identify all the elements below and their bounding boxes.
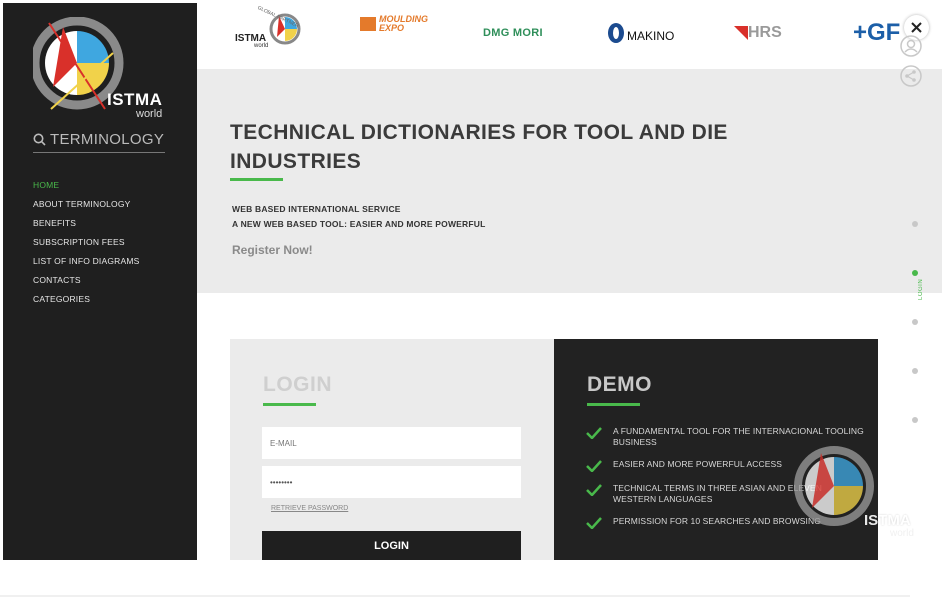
- check-icon: [586, 427, 602, 439]
- partner-moulding-expo[interactable]: MOULDING EXPO: [360, 11, 435, 37]
- login-button[interactable]: LOGIN: [262, 531, 521, 560]
- section-dot-label: LOGIN: [918, 278, 924, 300]
- retrieve-password-link[interactable]: RETRIEVE PASSWORD: [271, 505, 348, 512]
- demo-heading: DEMO: [587, 373, 652, 396]
- dmg-mori-label: DMG MORI: [483, 27, 543, 39]
- check-icon: [586, 460, 602, 472]
- user-icon[interactable]: [899, 34, 923, 58]
- login-panel: LOGIN RETRIEVE PASSWORD LOGIN: [230, 339, 554, 560]
- partner-dmg-mori[interactable]: DMG MORI: [483, 3, 563, 63]
- hero-section: TECHNICAL DICTIONARIES FOR TOOL AND DIE …: [197, 69, 942, 293]
- logo-text: ISTMA: [107, 90, 163, 109]
- register-now-link[interactable]: Register Now!: [232, 243, 313, 257]
- nav-item-about-terminology[interactable]: ABOUT TERMINOLOGY: [33, 195, 140, 214]
- terminology-label: TERMINOLOGY: [50, 131, 165, 148]
- login-heading: LOGIN: [263, 373, 332, 396]
- terminology-search[interactable]: TERMINOLOGY: [33, 131, 165, 153]
- close-icon: [911, 22, 922, 33]
- search-icon: [33, 133, 46, 146]
- partner-bar: ISTMA world GLOBAL PARTNER MOULDING EXPO…: [197, 3, 942, 69]
- login-accent-bar: [263, 403, 316, 406]
- makino-mark-icon: [608, 23, 624, 43]
- logo-subtext: world: [136, 108, 163, 120]
- nav-item-info-diagrams[interactable]: LIST OF INFO DIAGRAMS: [33, 252, 140, 271]
- makino-label: MAKINO: [627, 29, 675, 43]
- hero-accent-bar: [230, 178, 283, 181]
- moulding-expo-mark: [360, 17, 376, 31]
- password-field[interactable]: [262, 466, 521, 498]
- nav-item-home[interactable]: HOME: [33, 176, 140, 195]
- check-icon: [586, 484, 602, 496]
- sidebar-nav: HOME ABOUT TERMINOLOGY BENEFITS SUBSCRIP…: [33, 176, 140, 309]
- section-dot-4[interactable]: [912, 368, 918, 374]
- moulding-expo-line2: EXPO: [379, 23, 405, 33]
- demo-feature-text: EASIER AND MORE POWERFUL ACCESS: [613, 459, 783, 469]
- section-dot-3[interactable]: [912, 319, 918, 325]
- hero-subtitle-2: A NEW WEB BASED TOOL: EASIER AND MORE PO…: [232, 219, 486, 229]
- section-dot-1[interactable]: [912, 221, 918, 227]
- nav-item-categories[interactable]: CATEGORIES: [33, 290, 140, 309]
- check-icon: [586, 517, 602, 529]
- hrs-label: HRS: [748, 24, 782, 41]
- partner-makino[interactable]: MAKINO: [607, 3, 682, 63]
- hrs-mark-icon: [734, 26, 748, 40]
- sidebar: ISTMA world TERMINOLOGY HOME ABOUT TERMI…: [3, 3, 197, 560]
- hero-title: TECHNICAL DICTIONARIES FOR TOOL AND DIE …: [230, 121, 728, 173]
- gf-label: +GF: [853, 19, 901, 46]
- nav-item-benefits[interactable]: BENEFITS: [33, 214, 140, 233]
- partner-hrs[interactable]: HRS: [734, 3, 804, 63]
- email-field[interactable]: [262, 427, 521, 459]
- watermark-subtext: world: [890, 528, 914, 539]
- nav-item-contacts[interactable]: CONTACTS: [33, 271, 140, 290]
- nav-item-subscription-fees[interactable]: SUBSCRIPTION FEES: [33, 233, 140, 252]
- watermark-text: ISTMA: [864, 512, 911, 529]
- istma-partner-sub: world: [254, 43, 269, 49]
- section-dot-5[interactable]: [912, 417, 918, 423]
- bottom-divider: [0, 595, 910, 597]
- share-icon[interactable]: [899, 64, 923, 88]
- hero-subtitle-1: WEB BASED INTERNATIONAL SERVICE: [232, 204, 401, 214]
- demo-accent-bar: [587, 403, 640, 406]
